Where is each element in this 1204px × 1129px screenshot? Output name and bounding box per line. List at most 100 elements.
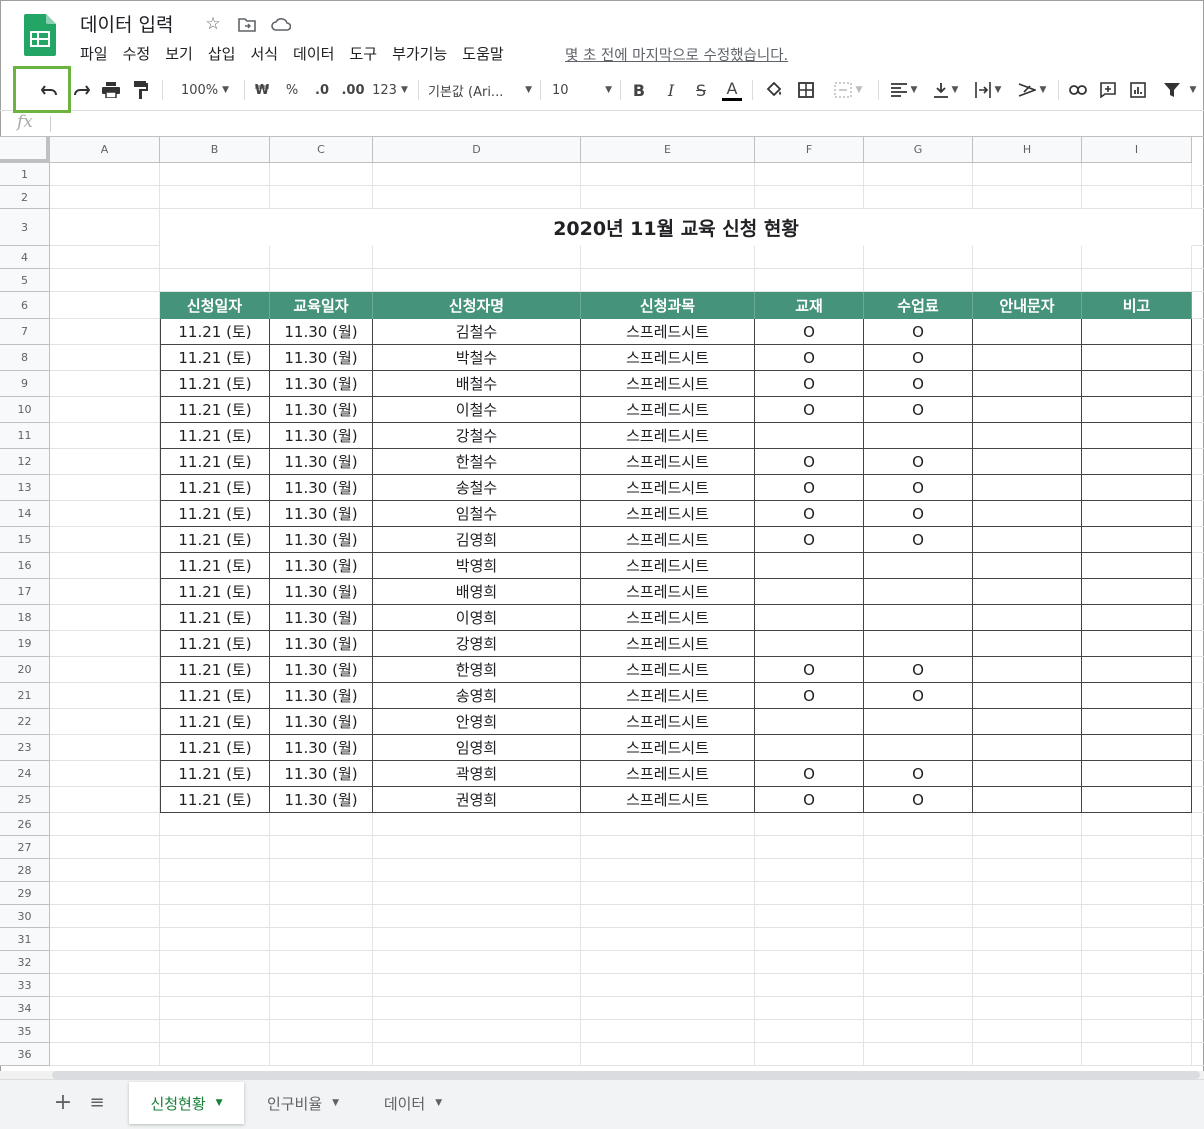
menu-file[interactable]: 파일	[80, 43, 108, 64]
table-cell[interactable]: O	[864, 761, 973, 787]
row-header-23[interactable]: 23	[0, 735, 50, 761]
font-size-select[interactable]: 10 ▼	[552, 69, 612, 111]
table-cell[interactable]: O	[864, 787, 973, 813]
table-cell[interactable]	[1082, 475, 1192, 501]
table-cell[interactable]	[1082, 345, 1192, 371]
table-cell[interactable]	[755, 605, 864, 631]
row-header-13[interactable]: 13	[0, 475, 50, 501]
italic-button[interactable]: I	[660, 69, 682, 111]
document-title[interactable]: 데이터 입력	[80, 10, 173, 37]
table-cell[interactable]: 11.30 (월)	[270, 579, 373, 605]
merge-cells-icon[interactable]: ▼	[826, 69, 870, 111]
column-header-C[interactable]: C	[270, 137, 373, 163]
table-cell[interactable]: O	[864, 345, 973, 371]
row-header-26[interactable]: 26	[0, 813, 50, 836]
add-sheet-icon[interactable]: +	[52, 1089, 74, 1115]
table-cell[interactable]	[973, 735, 1082, 761]
table-cell[interactable]: 11.21 (토)	[160, 761, 270, 787]
table-cell[interactable]	[973, 527, 1082, 553]
table-cell[interactable]	[973, 449, 1082, 475]
table-cell[interactable]: 11.21 (토)	[160, 423, 270, 449]
table-cell[interactable]	[755, 709, 864, 735]
table-cell[interactable]	[755, 735, 864, 761]
table-cell[interactable]: 11.30 (월)	[270, 345, 373, 371]
column-header-D[interactable]: D	[373, 137, 581, 163]
table-cell[interactable]	[755, 631, 864, 657]
table-cell[interactable]	[1082, 735, 1192, 761]
strikethrough-button[interactable]: S	[690, 69, 712, 111]
move-folder-icon[interactable]	[236, 14, 258, 34]
table-cell[interactable]: O	[755, 397, 864, 423]
table-cell[interactable]: 11.30 (월)	[270, 475, 373, 501]
menu-data[interactable]: 데이터	[293, 43, 334, 64]
row-header-17[interactable]: 17	[0, 579, 50, 605]
text-rotation-icon[interactable]: ▼	[1012, 69, 1052, 111]
row-header-20[interactable]: 20	[0, 657, 50, 683]
row-header-15[interactable]: 15	[0, 527, 50, 553]
table-cell[interactable]: 11.21 (토)	[160, 787, 270, 813]
table-cell[interactable]: 임영희	[373, 735, 581, 761]
row-header-25[interactable]: 25	[0, 787, 50, 813]
table-cell[interactable]: O	[864, 371, 973, 397]
table-cell[interactable]: O	[755, 787, 864, 813]
row-header-16[interactable]: 16	[0, 553, 50, 579]
table-cell[interactable]	[1082, 449, 1192, 475]
table-cell[interactable]: O	[755, 527, 864, 553]
cloud-status-icon[interactable]	[270, 14, 292, 34]
table-cell[interactable]: O	[864, 319, 973, 345]
sheets-logo-icon[interactable]	[24, 14, 56, 56]
table-cell[interactable]: 11.21 (토)	[160, 449, 270, 475]
column-header-I[interactable]: I	[1082, 137, 1192, 163]
redo-icon[interactable]	[67, 69, 95, 111]
table-cell[interactable]	[973, 319, 1082, 345]
table-cell[interactable]	[973, 423, 1082, 449]
table-cell[interactable]: 스프레드시트	[581, 787, 755, 813]
table-cell[interactable]	[1082, 657, 1192, 683]
table-cell[interactable]: 11.30 (월)	[270, 605, 373, 631]
table-cell[interactable]: 스프레드시트	[581, 449, 755, 475]
table-cell[interactable]: 스프레드시트	[581, 527, 755, 553]
table-cell[interactable]	[973, 553, 1082, 579]
table-cell[interactable]: 11.30 (월)	[270, 527, 373, 553]
sheet-title[interactable]: 2020년 11월 교육 신청 현황	[160, 209, 1192, 246]
table-cell[interactable]	[973, 475, 1082, 501]
row-header-4[interactable]: 4	[0, 246, 50, 269]
row-header-1[interactable]: 1	[0, 163, 50, 186]
table-cell[interactable]: 11.30 (월)	[270, 319, 373, 345]
table-cell[interactable]: 스프레드시트	[581, 605, 755, 631]
menu-view[interactable]: 보기	[165, 43, 193, 64]
table-cell[interactable]: 스프레드시트	[581, 735, 755, 761]
insert-comment-icon[interactable]	[1096, 69, 1120, 111]
row-header-14[interactable]: 14	[0, 501, 50, 527]
filter-icon[interactable]: ▼	[1158, 69, 1202, 111]
table-cell[interactable]	[1082, 787, 1192, 813]
row-header-2[interactable]: 2	[0, 186, 50, 209]
table-cell[interactable]: 11.30 (월)	[270, 709, 373, 735]
all-sheets-icon[interactable]: ≡	[86, 1089, 108, 1115]
table-cell[interactable]	[973, 761, 1082, 787]
table-cell[interactable]	[973, 397, 1082, 423]
row-header-22[interactable]: 22	[0, 709, 50, 735]
table-cell[interactable]: O	[864, 501, 973, 527]
table-cell[interactable]	[864, 423, 973, 449]
row-header-36[interactable]: 36	[0, 1043, 50, 1066]
vertical-align-icon[interactable]: ▼	[928, 69, 964, 111]
table-cell[interactable]: 한철수	[373, 449, 581, 475]
table-cell[interactable]: O	[755, 319, 864, 345]
table-cell[interactable]: O	[755, 475, 864, 501]
table-cell[interactable]: 11.21 (토)	[160, 683, 270, 709]
table-cell[interactable]	[755, 423, 864, 449]
column-header-F[interactable]: F	[755, 137, 864, 163]
table-cell[interactable]	[1082, 319, 1192, 345]
menu-help[interactable]: 도움말	[462, 43, 503, 64]
table-cell[interactable]	[973, 579, 1082, 605]
table-cell[interactable]	[1082, 683, 1192, 709]
table-cell[interactable]: 임철수	[373, 501, 581, 527]
zoom-select[interactable]: 100% ▼	[172, 69, 238, 111]
table-cell[interactable]: O	[755, 371, 864, 397]
table-cell[interactable]: 배영희	[373, 579, 581, 605]
row-header-29[interactable]: 29	[0, 882, 50, 905]
table-header-cell[interactable]: 신청일자	[160, 292, 270, 319]
row-header-11[interactable]: 11	[0, 423, 50, 449]
table-cell[interactable]	[1082, 371, 1192, 397]
